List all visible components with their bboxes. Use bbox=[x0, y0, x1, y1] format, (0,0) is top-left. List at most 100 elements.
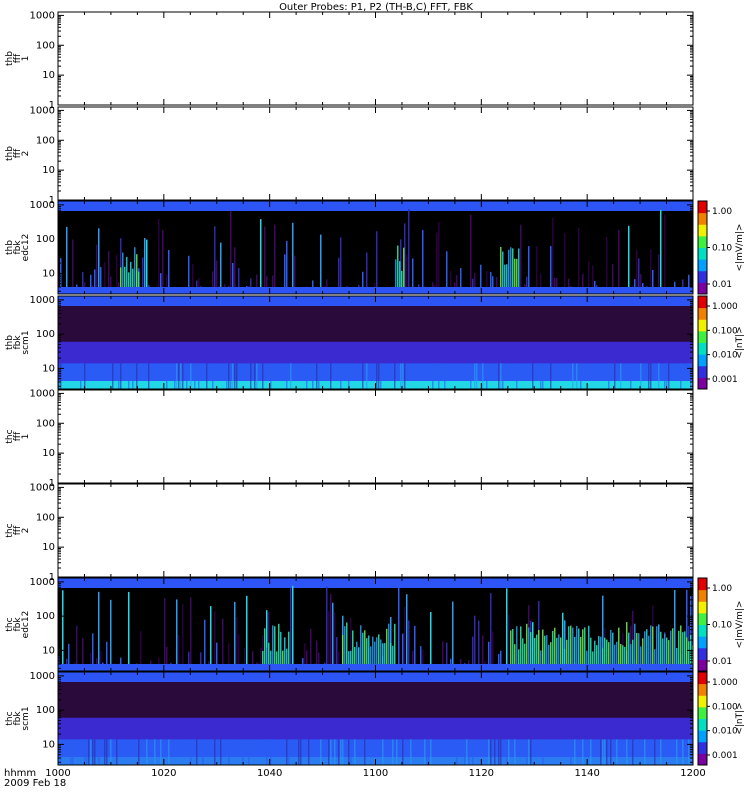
spectrogram-stripe bbox=[526, 276, 528, 287]
spectrogram-stripe bbox=[348, 739, 350, 765]
panel-thb-fff-1: 1 10 100 1000 thbfff1 bbox=[5, 10, 694, 111]
spectrogram-patch bbox=[574, 636, 576, 664]
spectrogram-stripe bbox=[74, 662, 76, 664]
spectrogram-stripe bbox=[216, 642, 218, 664]
spectrogram-stripe bbox=[460, 659, 462, 664]
spectrogram-patch bbox=[524, 643, 526, 664]
spectrogram-stripe bbox=[658, 254, 660, 287]
spectrogram-stripe bbox=[158, 657, 160, 664]
spectrogram-patch bbox=[576, 625, 578, 664]
spectrogram-stripe bbox=[142, 257, 144, 287]
spectrogram-patch bbox=[122, 252, 124, 287]
spectrogram-stripe bbox=[166, 363, 168, 389]
spectrogram-stripe bbox=[230, 363, 232, 389]
y-axis-label-line: 2 bbox=[21, 151, 31, 157]
fft-fbk-summary-plot: Outer Probes: P1, P2 (TH-B,C) FFT, FBK 1… bbox=[4, 2, 745, 789]
y-tick-label: 100 bbox=[36, 234, 55, 245]
spectrogram-patch bbox=[568, 626, 570, 664]
spectrogram-patch bbox=[684, 631, 686, 664]
spectrogram-patch bbox=[688, 641, 690, 664]
spectrogram-stripe bbox=[350, 739, 352, 765]
spectrogram-patch bbox=[390, 642, 392, 664]
spectrogram-background bbox=[58, 201, 693, 294]
spectrogram-stripe bbox=[364, 739, 366, 765]
y-axis-label-thb-fff-1: thbfff1 bbox=[5, 51, 31, 66]
spectrogram-patch bbox=[590, 637, 592, 664]
spectrogram-stripe bbox=[602, 739, 604, 765]
colorbar-segment bbox=[698, 365, 707, 378]
spectrogram-stripe bbox=[198, 277, 200, 287]
spectrogram-stripe bbox=[224, 284, 226, 287]
spectrogram-stripe bbox=[438, 363, 440, 389]
spectrogram-stripe bbox=[508, 614, 510, 664]
spectrogram-stripe bbox=[594, 280, 596, 287]
spectrogram-stripe bbox=[332, 602, 334, 664]
spectrogram-patch bbox=[560, 637, 562, 664]
y-axis-label-line: 1 bbox=[21, 56, 31, 62]
spectrogram-patch bbox=[386, 628, 388, 664]
spectrogram-stripe bbox=[298, 739, 300, 765]
spectrogram-stripe bbox=[274, 224, 276, 287]
y-tick-label: 100 bbox=[36, 512, 55, 523]
spectrogram-stripe bbox=[640, 363, 642, 389]
spectrogram-patch bbox=[610, 630, 612, 664]
spectrogram-stripe bbox=[530, 739, 532, 765]
spectrogram-stripe bbox=[650, 249, 652, 287]
spectrogram-stripe bbox=[398, 585, 400, 664]
spectrogram-patch bbox=[352, 630, 354, 664]
spectrogram-stripe bbox=[76, 284, 78, 287]
spectrogram-stripe bbox=[438, 221, 440, 287]
spectrogram-patch bbox=[270, 650, 272, 664]
spectrogram-patch bbox=[136, 254, 138, 287]
spectrogram-patch bbox=[395, 259, 397, 287]
spectrogram-stripe bbox=[168, 249, 170, 287]
spectrogram-stripe bbox=[98, 228, 100, 287]
spectrogram-stripe bbox=[264, 226, 266, 287]
colorbar-segment bbox=[698, 601, 707, 614]
spectrogram-stripe bbox=[178, 363, 180, 389]
spectrogram-patch bbox=[582, 629, 584, 664]
spectrogram-patch bbox=[578, 628, 580, 664]
spectrogram-stripe bbox=[160, 739, 162, 765]
spectrogram-patch bbox=[401, 270, 403, 287]
colorbar-segment bbox=[698, 683, 707, 696]
colorbar-segment bbox=[698, 342, 707, 355]
spectrogram-patch bbox=[530, 631, 532, 664]
spectrogram-patch bbox=[644, 631, 646, 664]
spectrogram-stripe bbox=[338, 257, 340, 287]
panel-frame bbox=[57, 106, 694, 201]
spectrogram-stripe bbox=[128, 591, 130, 664]
spectrogram-stripe bbox=[246, 595, 248, 664]
spectrogram-stripe bbox=[402, 363, 404, 389]
spectrogram-stripe bbox=[680, 363, 682, 389]
spectrogram-patch bbox=[362, 632, 364, 664]
spectrogram-stripe bbox=[406, 254, 408, 287]
spectrogram-stripe bbox=[636, 250, 638, 287]
spectrogram-patch bbox=[374, 641, 376, 664]
spectrogram-stripe bbox=[306, 286, 308, 287]
colorbar-segment bbox=[698, 753, 707, 766]
spectrogram-stripe bbox=[214, 611, 216, 664]
spectrogram-stripe bbox=[92, 285, 94, 287]
spectrogram-stripe bbox=[252, 651, 254, 664]
spectrogram-patch bbox=[554, 627, 556, 664]
spectrogram-stripe bbox=[328, 610, 330, 664]
spectrogram-stripe bbox=[216, 260, 218, 287]
spectrogram-patch bbox=[534, 637, 536, 664]
spectrogram-stripe bbox=[98, 739, 100, 765]
spectrogram-stripe bbox=[492, 631, 494, 664]
spectrogram-stripe bbox=[146, 739, 148, 765]
spectrogram-stripe bbox=[110, 739, 112, 765]
spectrogram-patch bbox=[542, 629, 544, 664]
spectrogram-stripe bbox=[474, 273, 476, 287]
colorbar-segment bbox=[698, 377, 707, 390]
spectrogram-stripe bbox=[98, 591, 100, 664]
y-axis-label-thb-fbk-edc12: thbfbkedc12 bbox=[5, 234, 31, 262]
spectrogram-stripe bbox=[382, 739, 384, 765]
spectrogram-stripe bbox=[582, 739, 584, 765]
colorbar-segment bbox=[698, 259, 707, 272]
spectrogram-stripe bbox=[648, 363, 650, 389]
spectrogram-stripe bbox=[104, 262, 106, 287]
spectrogram-stripe bbox=[488, 739, 490, 765]
spectrogram-thb-fbk-scm1 bbox=[58, 296, 694, 389]
